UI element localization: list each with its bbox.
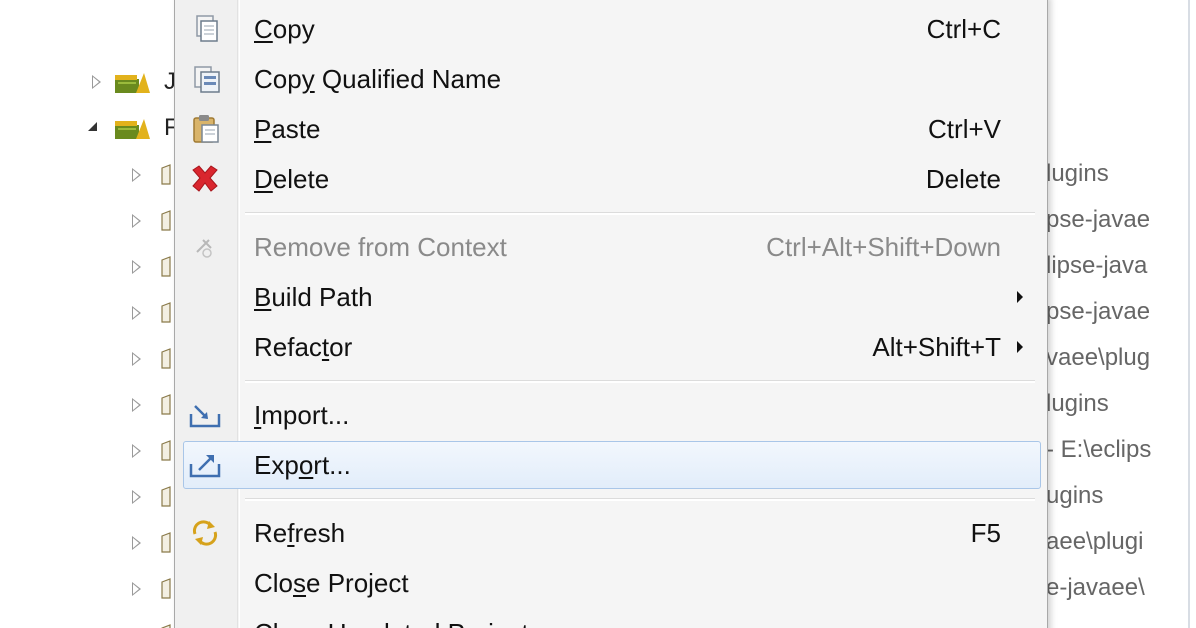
menu-item-label: Remove from Context	[254, 232, 507, 262]
menu-item-label: Close Unrelated Project	[254, 619, 529, 628]
tree-item-path: aee\plugi	[1046, 528, 1144, 555]
menu-item-refactor[interactable]: Refactor Alt+Shift+T	[175, 324, 1047, 370]
menu-item-copy-qualified-name[interactable]: Copy Qualified Name	[175, 56, 1047, 102]
menu-item-build-path[interactable]: Build Path	[175, 274, 1047, 320]
menu-item-delete[interactable]: Delete Delete	[175, 156, 1047, 202]
menu-item-shortcut: Delete	[925, 164, 1001, 194]
menu-item-label: Delete	[254, 164, 330, 194]
menu-item-close-unrelated-project[interactable]: Close Unrelated Project	[175, 610, 1047, 628]
tree-item-path: pse-javae	[1046, 206, 1151, 233]
expand-arrow-icon[interactable]	[132, 536, 141, 550]
export-icon	[189, 455, 221, 478]
menu-item-label: Close Project	[254, 568, 409, 598]
jar-icon	[161, 532, 171, 553]
expand-arrow-icon[interactable]	[132, 352, 141, 366]
view-border	[1188, 0, 1190, 628]
menu-item-export[interactable]: Export...	[175, 441, 1047, 489]
submenu-arrow-icon	[1017, 291, 1023, 303]
jar-icon	[161, 578, 171, 599]
tree-item-path: lugins	[1046, 390, 1109, 417]
menu-item-label: Paste	[254, 114, 321, 144]
context-menu: Copy Ctrl+C Copy Qualified Name Paste Ct…	[174, 0, 1048, 628]
expand-arrow-icon[interactable]	[132, 398, 141, 412]
menu-item-label: Refresh	[254, 518, 346, 548]
expand-arrow-icon[interactable]	[132, 260, 141, 274]
menu-item-remove-from-context[interactable]: Remove from Context Ctrl+Alt+Shift+Down	[175, 224, 1047, 270]
tree-item-path: lipse-java	[1046, 252, 1148, 279]
submenu-arrow-icon	[1017, 341, 1023, 353]
jar-icon	[161, 302, 171, 323]
jar-icon	[161, 164, 171, 185]
jar-icon	[161, 394, 171, 415]
jar-icon	[161, 210, 171, 231]
menu-item-label: Build Path	[254, 282, 373, 312]
tree-item-path: ugins	[1046, 482, 1104, 509]
menu-item-import[interactable]: Import...	[175, 392, 1047, 438]
menu-item-copy[interactable]: Copy Ctrl+C	[175, 6, 1047, 52]
jar-icon	[161, 440, 171, 461]
tree-item-path: lugins	[1046, 160, 1109, 187]
expand-arrow-icon[interactable]	[132, 490, 141, 504]
copy-icon	[196, 15, 218, 42]
remove-context-icon	[196, 239, 212, 258]
menu-item-paste[interactable]: Paste Ctrl+V	[175, 106, 1047, 152]
tree-item-path: e-javaee\	[1046, 574, 1145, 601]
expand-arrow-icon[interactable]	[132, 168, 141, 182]
collapse-arrow-icon[interactable]	[88, 122, 97, 131]
tree-item-path: pse-javae	[1046, 298, 1151, 325]
project-folder-icon	[115, 119, 150, 139]
menu-item-label: Refactor	[254, 332, 353, 362]
import-icon	[189, 405, 221, 428]
menu-item-shortcut: Alt+Shift+T	[872, 332, 1001, 362]
menu-item-shortcut: F5	[970, 518, 1001, 548]
expand-arrow-icon[interactable]	[132, 306, 141, 320]
jar-icon	[161, 348, 171, 369]
expand-arrow-icon[interactable]	[132, 214, 141, 228]
expand-arrow-icon[interactable]	[132, 582, 141, 596]
menu-separator	[245, 498, 1035, 501]
menu-item-shortcut: Ctrl+V	[928, 114, 1001, 144]
menu-item-shortcut: Ctrl+Alt+Shift+Down	[766, 232, 1001, 262]
menu-item-label: Export...	[254, 450, 351, 480]
tree-item-path: - E:\eclips	[1046, 436, 1152, 463]
jar-icon	[161, 486, 171, 507]
tree-item-path: vaee\plug	[1046, 344, 1151, 371]
menu-item-refresh[interactable]: Refresh F5	[175, 510, 1047, 556]
menu-separator	[245, 212, 1035, 215]
menu-item-close-project[interactable]: Close Project	[175, 560, 1047, 606]
menu-item-label: Copy	[254, 14, 315, 44]
tree-item-project-f[interactable]: F	[84, 110, 179, 150]
menu-separator	[245, 380, 1035, 383]
jar-icon	[161, 256, 171, 277]
delete-icon	[192, 165, 218, 192]
refresh-icon	[192, 520, 218, 546]
menu-item-shortcut: Ctrl+C	[926, 14, 1001, 44]
jar-icon	[161, 624, 171, 628]
paste-icon	[193, 115, 219, 143]
copy-qualified-name-icon	[194, 66, 220, 93]
tree-item-project-j[interactable]: J	[84, 62, 176, 102]
expand-arrow-icon[interactable]	[92, 75, 101, 89]
menu-item-label: Copy Qualified Name	[254, 64, 502, 94]
expand-arrow-icon[interactable]	[132, 444, 141, 458]
eclipse-workbench: J F lugins pse-javae lipse-java pse-javae va…	[0, 0, 1196, 628]
menu-item-label: Import...	[254, 400, 350, 430]
project-folder-icon	[115, 73, 150, 93]
